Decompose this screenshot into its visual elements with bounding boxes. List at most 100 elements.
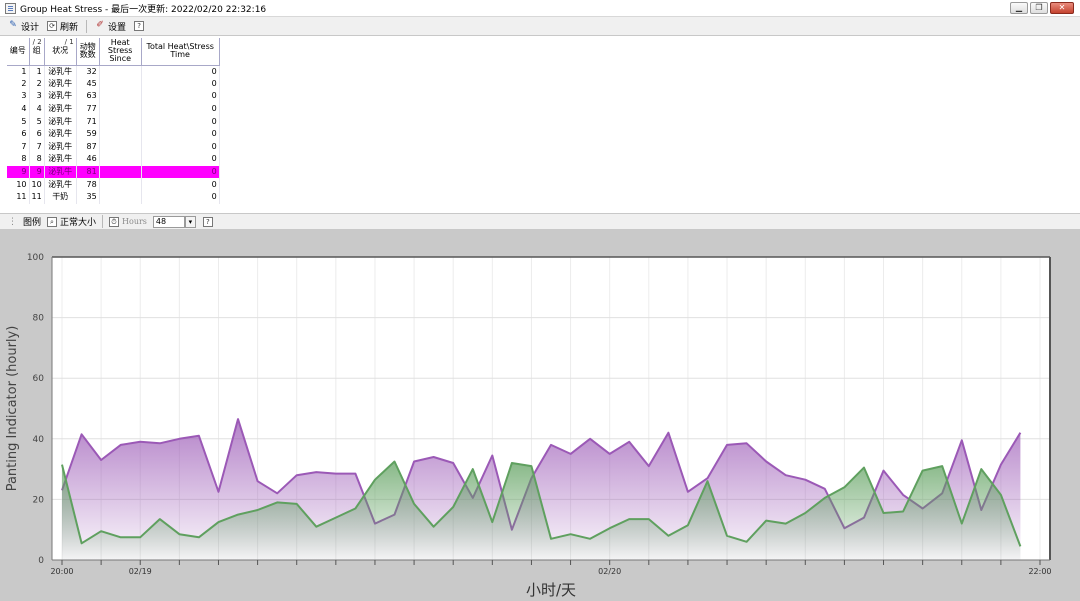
- cell-heat-stress-since: [99, 115, 142, 128]
- table-row[interactable]: 2 2 泌乳牛 45 0: [7, 77, 220, 91]
- cell-heat-stress-since: [99, 65, 142, 78]
- column-header-id[interactable]: 编号: [7, 38, 30, 66]
- x-tick-label: 02/19: [129, 567, 152, 576]
- cell-total-time: 0: [141, 140, 220, 154]
- cell-animal-count: 35: [76, 190, 100, 204]
- settings-button[interactable]: ✐ 设置: [95, 20, 126, 33]
- cell-id: 10: [7, 178, 30, 191]
- column-header-total-time[interactable]: Total Heat\Stress Time: [141, 38, 220, 66]
- window-title: Group Heat Stress - 最后一次更新: 2022/02/20 2…: [20, 4, 267, 15]
- cell-total-time: 0: [141, 77, 220, 91]
- cell-heat-stress-since: [99, 127, 142, 141]
- x-axis-title: 小时/天: [526, 581, 576, 599]
- design-label: 设计: [21, 22, 40, 33]
- y-axis-title: Panting Indicator (hourly): [5, 326, 20, 492]
- y-tick-label: 20: [33, 495, 45, 505]
- table-row[interactable]: 8 8 泌乳牛 46 0: [7, 153, 220, 166]
- cell-animal-count: 63: [76, 90, 100, 103]
- cell-id: 3: [7, 90, 30, 103]
- table-row[interactable]: 11 11 干奶 35 0: [7, 190, 220, 204]
- x-tick-label: 02/20: [598, 567, 621, 576]
- y-tick-label: 40: [33, 435, 45, 445]
- chevron-down-icon[interactable]: ▾: [184, 215, 196, 228]
- cell-group: 2: [29, 77, 45, 91]
- legend-label: 图例: [23, 218, 42, 228]
- cell-group: 9: [29, 165, 45, 179]
- cell-group: 4: [29, 102, 45, 116]
- cell-status: 泌乳牛: [44, 102, 77, 116]
- cell-group: 8: [29, 153, 45, 166]
- app-icon: [5, 2, 16, 14]
- window-controls: ▁ ❐ ✕: [1010, 2, 1074, 14]
- cell-id: 5: [7, 115, 30, 128]
- cell-id: 11: [7, 190, 30, 204]
- design-icon: ✎: [9, 20, 17, 30]
- cell-group: 11: [29, 190, 45, 204]
- cell-id: 8: [7, 153, 30, 166]
- cell-group: 7: [29, 140, 45, 154]
- close-button[interactable]: ✕: [1050, 2, 1074, 14]
- cell-animal-count: 45: [76, 77, 100, 91]
- cell-id: 2: [7, 77, 30, 91]
- cell-id: 9: [7, 165, 30, 179]
- cell-status: 泌乳牛: [44, 140, 77, 154]
- table-row[interactable]: 4 4 泌乳牛 77 0: [7, 102, 220, 116]
- cell-heat-stress-since: [99, 140, 142, 154]
- normal-size-button[interactable]: ⌕ 正常大小: [47, 215, 96, 228]
- help-icon: ?: [134, 21, 145, 31]
- cell-group: 5: [29, 115, 45, 128]
- hours-value: 48: [155, 217, 167, 226]
- sort-indicator: / 2: [32, 38, 42, 46]
- cell-animal-count: 46: [76, 153, 100, 166]
- cell-group: 1: [29, 65, 45, 78]
- main-toolbar: ✎ 设计 ⟳ 刷新 ✐ 设置 ?: [0, 17, 1080, 36]
- column-header-group[interactable]: / 2 组: [29, 38, 45, 66]
- minimize-button[interactable]: ▁: [1010, 2, 1028, 14]
- wrench-icon: ✐: [96, 20, 104, 30]
- cell-status: 干奶: [44, 190, 77, 204]
- cell-animal-count: 77: [76, 102, 100, 116]
- hours-select[interactable]: 48 ▾: [152, 215, 196, 228]
- group-table-panel: 编号 / 2 组 / 1 状况 动物 数数 Heat Stress Since …: [0, 36, 1080, 213]
- cell-status: 泌乳牛: [44, 153, 77, 166]
- settings-label: 设置: [108, 22, 127, 33]
- panting-chart: 0 20 40 60 80 100 20:00 02/19 02/20 22:00 小时/天 Pant…: [5, 253, 1052, 599]
- cell-total-time: 0: [141, 153, 220, 166]
- cell-total-time: 0: [141, 90, 220, 103]
- legend-button[interactable]: 图例: [23, 215, 41, 228]
- cell-animal-count: 78: [76, 178, 100, 191]
- cell-group: 3: [29, 90, 45, 103]
- cell-status: 泌乳牛: [44, 90, 77, 103]
- table-row[interactable]: 7 7 泌乳牛 87 0: [7, 140, 220, 154]
- design-button[interactable]: ✎ 设计: [8, 20, 39, 33]
- restore-button[interactable]: ❐: [1030, 2, 1048, 14]
- table-row[interactable]: 9 9 泌乳牛 81 0: [7, 165, 220, 179]
- column-header-heat-stress-since[interactable]: Heat Stress Since: [99, 38, 142, 66]
- refresh-button[interactable]: ⟳ 刷新: [47, 20, 78, 33]
- chart-help-button[interactable]: ?: [202, 216, 213, 227]
- cell-id: 6: [7, 127, 30, 141]
- table-row[interactable]: 10 10 泌乳牛 78 0: [7, 178, 220, 191]
- help-icon: ?: [202, 216, 213, 227]
- cell-status: 泌乳牛: [44, 115, 77, 128]
- table-row[interactable]: 3 3 泌乳牛 63 0: [7, 90, 220, 103]
- toolbar-divider: [102, 215, 104, 228]
- refresh-label: 刷新: [60, 22, 79, 33]
- column-header-animal-count[interactable]: 动物 数数: [76, 38, 100, 66]
- table-row[interactable]: 6 6 泌乳牛 59 0: [7, 127, 220, 141]
- y-tick-label: 80: [33, 314, 45, 324]
- clock-icon: ⏱: [109, 216, 120, 227]
- cell-heat-stress-since: [99, 190, 142, 204]
- y-tick-label: 60: [33, 374, 45, 384]
- table-row[interactable]: 1 1 泌乳牛 32 0: [7, 65, 220, 78]
- table-row[interactable]: 5 5 泌乳牛 71 0: [7, 115, 220, 128]
- cell-heat-stress-since: [99, 153, 142, 166]
- cell-status: 泌乳牛: [44, 127, 77, 141]
- hours-control: ⏱ Hours: [109, 216, 147, 227]
- cell-total-time: 0: [141, 190, 220, 204]
- zoom-icon: ⌕: [47, 216, 58, 227]
- cell-total-time: 0: [141, 165, 220, 179]
- column-header-status[interactable]: / 1 状况: [44, 38, 77, 66]
- help-button[interactable]: ?: [134, 21, 145, 31]
- cell-animal-count: 87: [76, 140, 100, 154]
